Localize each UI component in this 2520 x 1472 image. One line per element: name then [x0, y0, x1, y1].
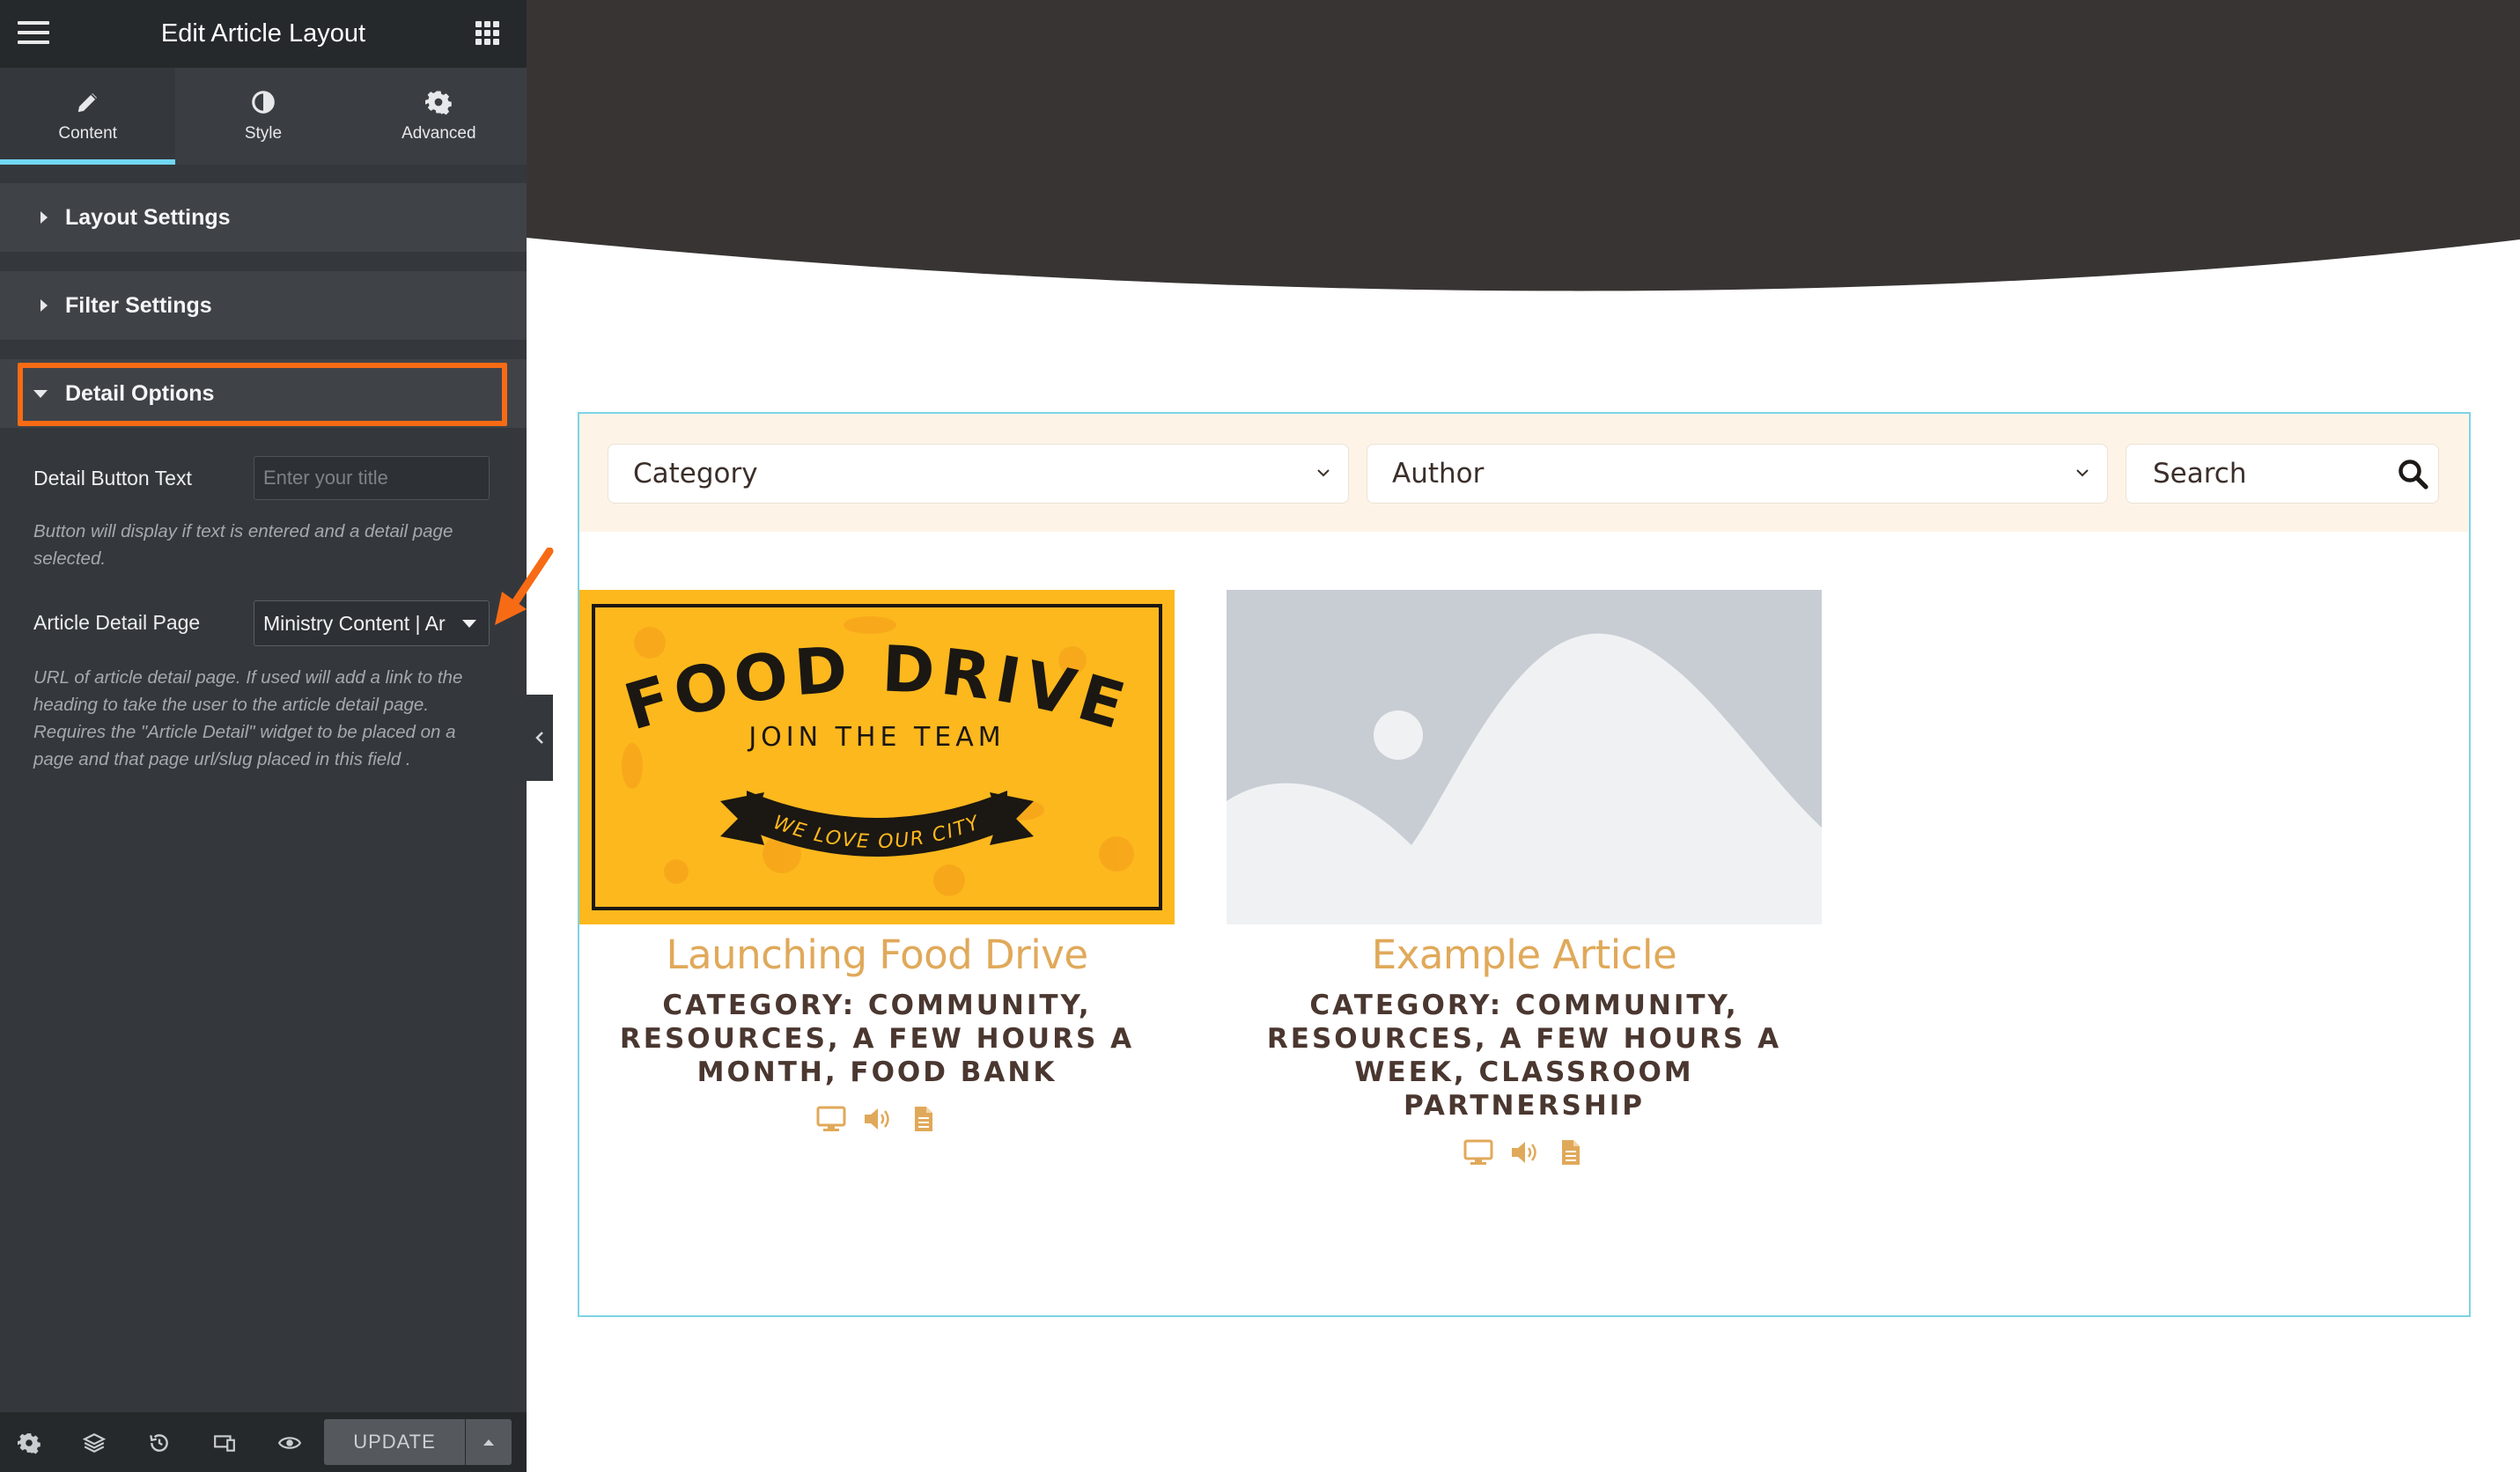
caret-right-icon — [41, 211, 48, 224]
dropdown-caret-icon — [462, 619, 476, 628]
article-detail-page-label: Article Detail Page — [33, 611, 201, 634]
tab-style-label: Style — [244, 124, 283, 143]
poster-subtitle: JOIN THE TEAM — [748, 722, 1006, 753]
hamburger-menu-icon[interactable] — [18, 21, 49, 46]
pencil-icon — [77, 93, 97, 113]
media-icons — [1227, 1138, 1822, 1167]
responsive-mode-icon[interactable] — [213, 1432, 236, 1454]
article-category-meta: CATEGORY: COMMUNITY, RESOURCES, A FEW HO… — [619, 990, 1135, 1088]
audio-speaker-icon[interactable] — [1509, 1138, 1539, 1167]
article-detail-help: URL of article detail page. If used will… — [33, 667, 463, 769]
collapse-panel-button[interactable] — [527, 695, 553, 781]
navigator-layers-icon[interactable] — [83, 1432, 106, 1454]
category-dropdown[interactable]: Category — [608, 444, 1349, 504]
update-options-button[interactable] — [466, 1419, 512, 1465]
article-title-link[interactable]: Example Article — [1227, 931, 1822, 978]
article-category-meta: CATEGORY: COMMUNITY, RESOURCES, A FEW HO… — [1266, 990, 1782, 1122]
audio-speaker-icon[interactable] — [862, 1105, 892, 1133]
section-layout-settings[interactable]: Layout Settings — [0, 183, 527, 252]
search-icon[interactable] — [2397, 458, 2428, 489]
caret-down-icon — [33, 389, 48, 398]
article-thumbnail[interactable] — [1227, 590, 1822, 924]
media-icons — [579, 1105, 1175, 1133]
tab-style[interactable]: Style — [175, 68, 350, 165]
editor-tabs: Content Style Advanced — [0, 68, 527, 165]
detail-button-help: Button will display if text is entered a… — [33, 521, 453, 569]
update-button[interactable]: UPDATE — [324, 1419, 465, 1465]
contrast-icon — [252, 91, 275, 114]
tab-content[interactable]: Content — [0, 68, 176, 165]
widgets-grid-icon[interactable] — [475, 21, 500, 46]
chevron-down-icon — [2076, 469, 2089, 477]
section-filter-label: Filter Settings — [65, 292, 212, 318]
section-detail-label: Detail Options — [65, 380, 215, 406]
document-icon[interactable] — [908, 1105, 938, 1133]
editor-panel: Edit Article Layout Content Style Advanc… — [0, 0, 527, 1472]
video-monitor-icon[interactable] — [816, 1105, 846, 1133]
editor-header: Edit Article Layout — [0, 0, 527, 68]
poster-ribbon: WE LOVE OUR CITY — [720, 791, 1034, 857]
chevron-down-icon — [1317, 469, 1330, 477]
article-card: Example Article CATEGORY: COMMUNITY, RES… — [1227, 590, 1822, 1167]
caret-up-icon — [483, 1439, 494, 1446]
preview-eye-icon[interactable] — [278, 1432, 301, 1454]
chevron-left-icon — [535, 732, 543, 744]
section-filter-settings[interactable]: Filter Settings — [0, 271, 527, 340]
tab-advanced-label: Advanced — [402, 124, 476, 143]
section-layout-label: Layout Settings — [65, 204, 231, 230]
author-dropdown[interactable]: Author — [1367, 444, 2108, 504]
gear-icon — [425, 91, 453, 115]
video-monitor-icon[interactable] — [1463, 1138, 1493, 1167]
search-input[interactable] — [2126, 444, 2439, 504]
article-card: FOOD DRIVE JOIN THE TEAM WE LOVE OUR CIT… — [579, 590, 1175, 1133]
article-thumbnail[interactable]: FOOD DRIVE JOIN THE TEAM WE LOVE OUR CIT… — [579, 590, 1175, 924]
settings-gear-icon[interactable] — [18, 1432, 41, 1454]
article-title-link[interactable]: Launching Food Drive — [579, 931, 1175, 978]
document-icon[interactable] — [1555, 1138, 1585, 1167]
placeholder-image-icon — [1227, 590, 1822, 924]
history-icon[interactable] — [148, 1432, 171, 1454]
editor-title: Edit Article Layout — [160, 19, 366, 48]
hero-banner — [527, 0, 2520, 291]
article-detail-page-select[interactable]: Ministry Content | Ar — [254, 600, 490, 646]
article-detail-page-value: Ministry Content | Ar — [263, 611, 446, 635]
detail-button-text-label: Detail Button Text — [33, 467, 192, 489]
section-detail-options[interactable]: Detail Options — [0, 359, 527, 428]
tab-advanced[interactable]: Advanced — [351, 68, 527, 165]
detail-button-text-input[interactable] — [254, 456, 490, 500]
category-dropdown-label: Category — [633, 458, 758, 489]
author-dropdown-label: Author — [1392, 458, 1485, 489]
caret-right-icon — [41, 299, 48, 312]
food-drive-poster-image: FOOD DRIVE JOIN THE TEAM WE LOVE OUR CIT… — [579, 590, 1175, 924]
tab-content-label: Content — [58, 124, 117, 143]
